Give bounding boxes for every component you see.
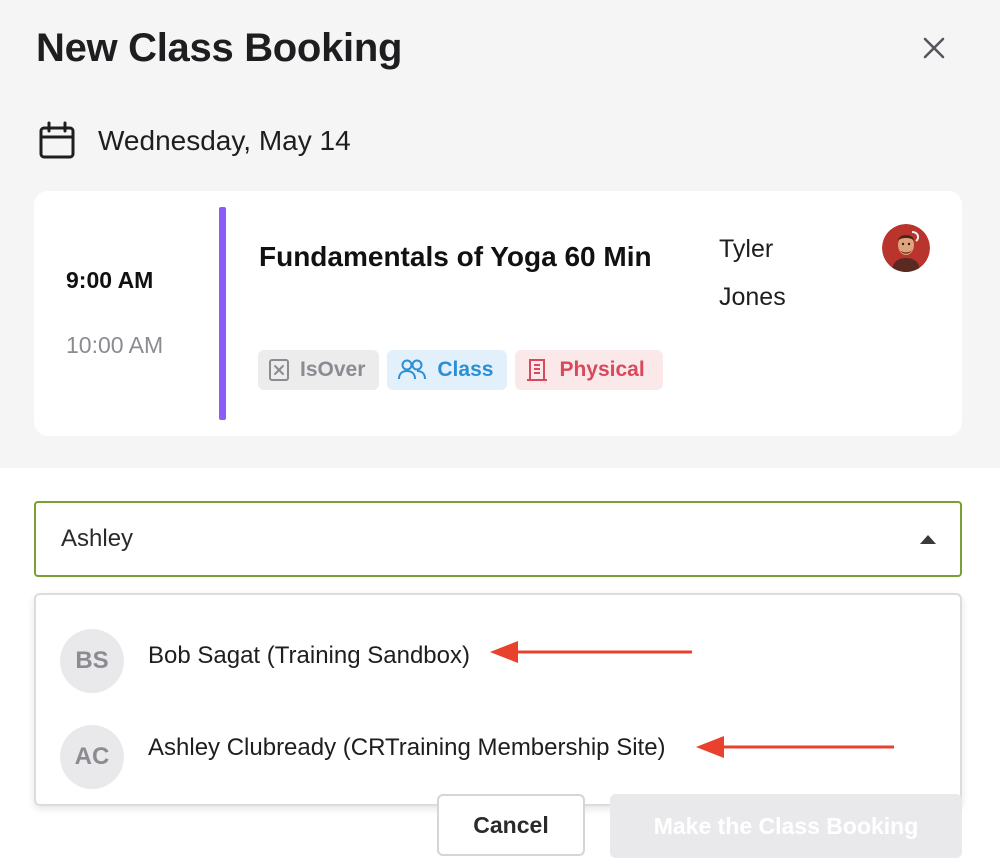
annotation-arrow-icon bbox=[696, 736, 894, 758]
tag-label: IsOver bbox=[300, 358, 366, 381]
annotation-arrow-icon bbox=[490, 641, 692, 663]
date-row: Wednesday, May 14 bbox=[38, 118, 351, 164]
class-tags: IsOver Class Physical bbox=[258, 350, 671, 390]
calendar-icon bbox=[39, 121, 75, 159]
class-end-time: 10:00 AM bbox=[66, 332, 164, 358]
class-start-time: 9:00 AM bbox=[66, 267, 154, 293]
make-booking-button[interactable]: Make the Class Booking bbox=[610, 794, 962, 858]
class-color-bar bbox=[219, 207, 226, 420]
client-option-label: Bob Sagat (Training Sandbox) bbox=[148, 642, 470, 669]
instructor-name: Tyler Jones bbox=[719, 235, 786, 311]
client-select-value: Ashley bbox=[61, 525, 134, 552]
x-square-icon bbox=[269, 359, 289, 381]
caret-up-icon[interactable] bbox=[920, 535, 936, 544]
client-option-label: Ashley Clubready (CRTraining Membership … bbox=[148, 734, 666, 761]
booking-date: Wednesday, May 14 bbox=[98, 125, 351, 156]
tag-label: Class bbox=[437, 358, 494, 381]
tag-isover: IsOver bbox=[258, 350, 380, 390]
client-initials-avatar: AC bbox=[60, 725, 124, 789]
close-icon bbox=[923, 37, 945, 59]
instructor-avatar bbox=[882, 224, 930, 272]
client-dropdown-list: BS Bob Sagat (Training Sandbox) AC Ashle… bbox=[34, 593, 962, 806]
close-button[interactable] bbox=[916, 30, 952, 66]
client-select[interactable]: Ashley bbox=[34, 501, 962, 577]
class-card: 9:00 AM 10:00 AM Fundamentals of Yoga 60… bbox=[34, 191, 962, 436]
tag-class: Class bbox=[387, 350, 508, 390]
building-icon bbox=[527, 359, 548, 381]
tag-physical: Physical bbox=[515, 350, 663, 390]
dialog-header-area: New Class Booking Wednesday, May 14 9:00… bbox=[0, 0, 1000, 468]
class-name: Fundamentals of Yoga 60 Min bbox=[259, 241, 652, 272]
tag-label: Physical bbox=[559, 358, 645, 381]
cancel-button[interactable]: Cancel bbox=[437, 794, 585, 856]
client-initials-avatar: BS bbox=[60, 629, 124, 693]
people-icon bbox=[398, 359, 427, 380]
dialog-title: New Class Booking bbox=[36, 26, 403, 70]
